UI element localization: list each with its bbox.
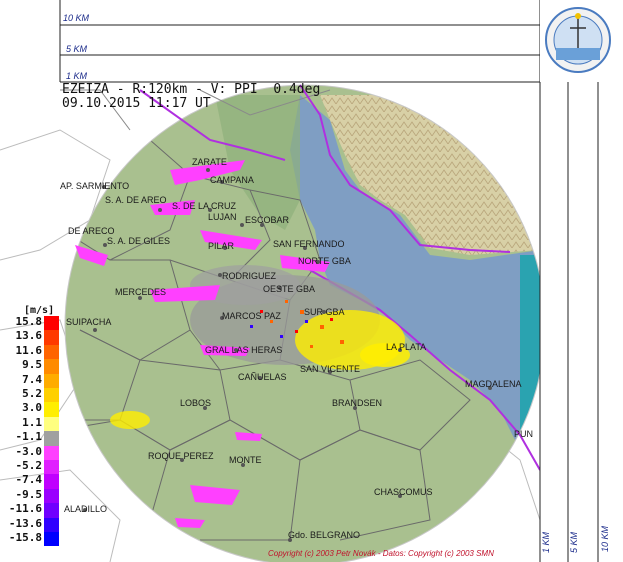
legend-swatch xyxy=(44,416,59,432)
label-monte: MONTE xyxy=(229,455,262,465)
legend-label: -13.6 xyxy=(8,516,42,530)
label-sa-de-giles: S. A. DE GILES xyxy=(107,236,171,246)
label-saladillo: ALADILLO xyxy=(64,504,108,514)
copyright-text: Copyright (c) 2003 Petr Novák - Datos: C… xyxy=(268,549,494,558)
legend-label: -15.8 xyxy=(8,531,42,544)
legend-label: 15.8 xyxy=(15,315,43,328)
label-marcos-paz: MARCOS PAZ xyxy=(222,311,281,321)
label-de-areco: DE ARECO xyxy=(68,226,115,236)
legend-label: 1.1 xyxy=(22,415,42,429)
legend-label: -1.1 xyxy=(15,430,43,444)
legend-swatch xyxy=(44,503,59,518)
legend-label: 13.6 xyxy=(15,329,43,343)
legend-label: -5.2 xyxy=(15,459,43,472)
legend-swatch xyxy=(44,460,59,475)
label-oeste-gba: OESTE GBA xyxy=(263,284,316,294)
label-punta-indio: PUN xyxy=(514,429,534,439)
side-scale-label-10km: 10 KM xyxy=(600,526,610,553)
legend-label: 5.2 xyxy=(22,387,42,400)
label-lujan: LUJAN xyxy=(208,212,237,222)
radar-timestamp: 09.10.2015 11:17 UT xyxy=(62,96,211,111)
label-san-vicente: SAN VICENTE xyxy=(300,364,361,374)
side-scale-label-1km: 1 KM xyxy=(541,532,551,554)
legend-swatch xyxy=(44,488,59,504)
velocity-legend: 15.8 13.6 11.6 9.5 7.4 5.2 3.0 1.1 -1.1 -3.0 -5.2-… xyxy=(0,315,60,558)
legend-swatch xyxy=(44,517,59,532)
label-chascomus: CHASCOMUS xyxy=(374,487,433,497)
label-canuelas: CAÑUELAS xyxy=(238,372,287,382)
scale-label-10km: 10 KM xyxy=(63,13,90,23)
label-magdalena: MAGDALENA xyxy=(465,379,522,389)
scale-label-5km: 5 KM xyxy=(66,44,88,54)
label-lobos: LOBOS xyxy=(180,398,212,408)
label-zarate: ZARATE xyxy=(192,157,227,167)
label-sur-gba: SUR GBA xyxy=(304,307,345,317)
label-gral-las-heras: GRAL LAS HERAS xyxy=(205,345,283,355)
legend-label: -7.4 xyxy=(15,473,43,487)
legend-swatch xyxy=(44,474,59,489)
label-rodriguez: RODRIGUEZ xyxy=(222,271,276,281)
radar-info-line: EZEIZA - R:120km - V: PPI 0.4deg xyxy=(62,82,321,97)
legend-swatch xyxy=(44,316,59,331)
scale-label-1km: 1 KM xyxy=(66,71,88,81)
legend-swatch xyxy=(44,388,59,403)
label-campana: CAMPANA xyxy=(210,175,254,185)
label-la-plata: LA PLATA xyxy=(386,342,427,352)
legend-swatch xyxy=(44,431,59,446)
legend-label: -11.6 xyxy=(8,502,42,516)
legend-label: 9.5 xyxy=(22,358,42,372)
label-brandsen: BRANDSEN xyxy=(332,398,383,408)
legend-label: -9.5 xyxy=(15,487,43,501)
label-gdo-belgrano: Gdo. BELGRANO xyxy=(288,530,361,540)
legend-swatch xyxy=(44,373,59,388)
label-sa-de-areco-1: S. A. DE AREO xyxy=(105,195,167,205)
label-pilar: PILAR xyxy=(208,241,235,251)
smn-logo xyxy=(540,0,623,82)
label-mercedes: MERCEDES xyxy=(115,287,167,297)
legend-label: 3.0 xyxy=(22,401,42,415)
label-ap-sarmiento: AP. SARMIENTO xyxy=(60,181,130,191)
top-scale xyxy=(59,0,540,83)
legend-swatch xyxy=(44,359,59,374)
legend-swatch xyxy=(44,330,59,345)
legend-swatch xyxy=(44,445,59,460)
legend-swatch xyxy=(44,402,59,417)
label-san-fernando: SAN FERNANDO xyxy=(273,239,345,249)
label-s-de-la-cruz: S. DE LA CRUZ xyxy=(172,201,237,211)
legend-swatch xyxy=(44,532,59,547)
legend-label: -3.0 xyxy=(15,444,43,458)
label-norte-gba: NORTE GBA xyxy=(298,256,351,266)
legend-label: 7.4 xyxy=(22,372,42,386)
legend-label: 11.6 xyxy=(15,343,43,357)
label-roque-perez: ROQUE PEREZ xyxy=(148,451,214,461)
right-scale xyxy=(539,0,623,562)
legend-swatch xyxy=(44,344,59,360)
side-scale-label-5km: 5 KM xyxy=(569,532,579,554)
label-escobar: ESCOBAR xyxy=(245,215,290,225)
label-suipacha: SUIPACHA xyxy=(66,317,112,327)
